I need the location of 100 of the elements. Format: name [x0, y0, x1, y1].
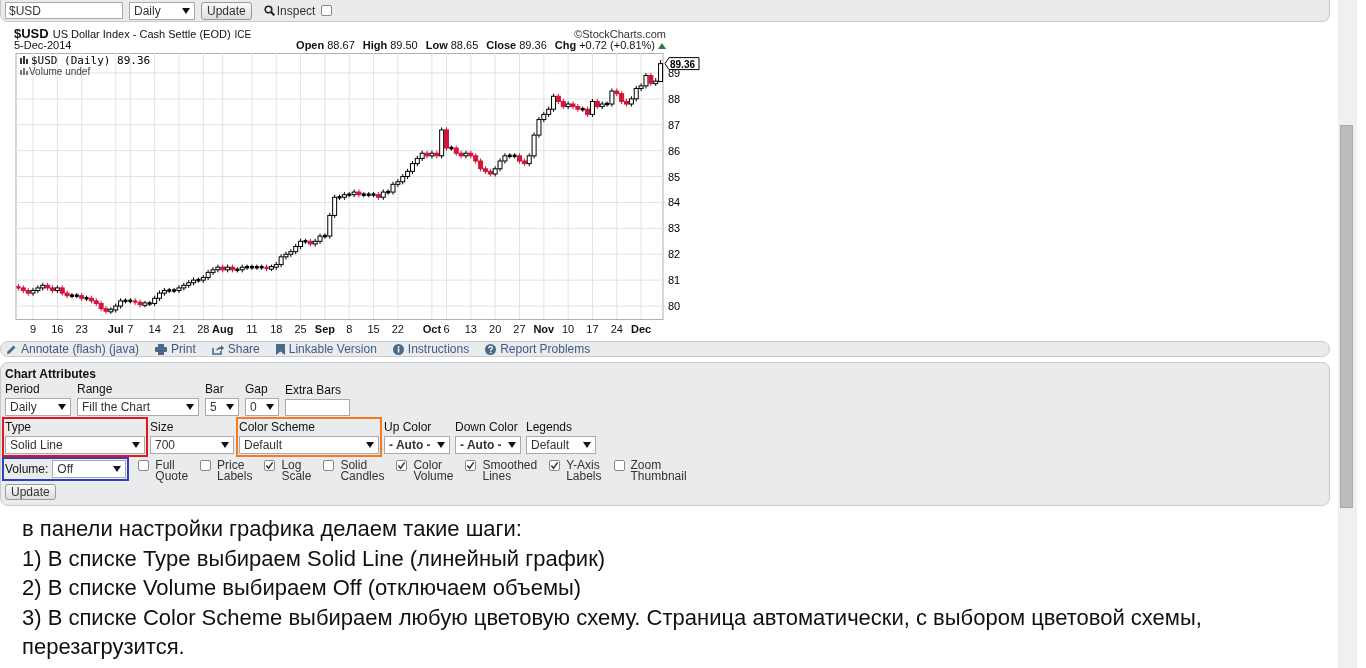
dropdown[interactable]: - Auto - [384, 436, 450, 454]
caret-icon [132, 442, 140, 448]
field-label: Legends [526, 420, 574, 434]
quote-value: +0.72 (+0.81%) [579, 39, 655, 51]
field-label: Gap [245, 382, 269, 396]
symbol-field[interactable]: $USD [5, 2, 123, 19]
dropdown[interactable]: 700 [150, 436, 234, 454]
inspect-label: Inspect [276, 3, 316, 18]
instruction-text: в панели настройки графика делаем такие шаги: [22, 515, 523, 543]
y-axis-label: 87 [668, 118, 681, 131]
caret-icon [366, 442, 374, 448]
y-axis-label: 83 [668, 222, 681, 235]
x-axis-label: 11 [246, 323, 258, 335]
caret-icon [58, 404, 66, 410]
quote-label: Open [296, 39, 325, 51]
x-axis-label: Jul [107, 323, 124, 335]
instruction-text: 3) В списке Color Scheme выбираем любую цветовую схему. Страница автоматически, с выбором цветовой схемы, перезагрузится. [22, 603, 1203, 661]
chart-symbol: $USD [14, 26, 49, 41]
x-axis-label: 15 [367, 323, 380, 335]
dropdown[interactable]: Fill the Chart [77, 398, 199, 416]
panel-title: Chart Attributes [5, 367, 97, 382]
dropdown[interactable]: 0 [245, 398, 279, 416]
x-axis-label: 27 [513, 323, 526, 335]
toolbar-link[interactable]: Print [155, 342, 196, 356]
checkbox-label: Y-Axis Labels [566, 460, 602, 482]
input-field[interactable] [285, 399, 350, 416]
y-axis-label: 85 [668, 170, 681, 183]
field-label: Color Scheme [239, 420, 317, 434]
x-axis-label: 18 [270, 323, 283, 335]
credit-text: ©StockCharts.com [574, 28, 666, 40]
search-icon [263, 5, 275, 16]
y-axis-label: 81 [668, 274, 681, 287]
checkbox[interactable] [396, 460, 408, 471]
x-axis-label: 9 [29, 323, 37, 335]
share-icon [211, 343, 224, 355]
checkbox-label: Log Scale [281, 460, 312, 482]
x-axis-label: 14 [148, 323, 161, 335]
field-label: Bar [205, 382, 225, 396]
toolbar-link[interactable]: Report Problems [485, 342, 591, 356]
checkbox[interactable] [613, 460, 625, 471]
checkbox[interactable] [323, 460, 335, 471]
scrollbar-thumb[interactable] [1340, 125, 1353, 508]
dropdown[interactable]: Default [526, 436, 596, 454]
checkbox-label: Color Volume [413, 460, 454, 482]
update-button[interactable]: Update [5, 484, 56, 500]
bookmark-icon [275, 343, 285, 355]
toolbar-link[interactable]: Linkable Version [275, 342, 377, 356]
y-axis-label: 88 [668, 92, 681, 105]
x-axis-label: Aug [212, 323, 234, 335]
dropdown[interactable]: - Auto - [455, 436, 521, 454]
x-axis-label: 13 [464, 323, 477, 335]
dropdown[interactable]: 5 [205, 398, 239, 416]
x-axis-label: Oct [422, 323, 442, 335]
x-axis-label: 25 [294, 323, 307, 335]
caret-icon [508, 442, 516, 448]
x-axis-label: 24 [610, 323, 623, 335]
field-label: Extra Bars [285, 383, 342, 397]
period-select[interactable]: Daily [129, 1, 195, 20]
help-icon [485, 343, 497, 355]
scrollbar[interactable] [1338, 0, 1357, 668]
checkbox-label: Zoom Thumbnail [630, 460, 687, 482]
caret-icon [186, 404, 194, 410]
exchange-label: ICE [234, 29, 252, 40]
checkbox-label: Full Quote [155, 460, 189, 482]
toolbar-link[interactable]: Instructions [392, 342, 470, 356]
caret-icon [226, 404, 234, 410]
quote-value: 89.50 [390, 39, 418, 51]
x-axis-label: 8 [346, 323, 353, 335]
field-label: Up Color [384, 420, 433, 434]
field-label: Period [5, 382, 41, 396]
chart-date: 5-Dec-2014 [14, 39, 72, 51]
checkbox[interactable] [264, 460, 276, 471]
checkbox[interactable] [138, 460, 150, 471]
instruction-text: 1) В списке Type выбираем Solid Line (линейный график) [22, 544, 607, 573]
x-axis-label: 22 [391, 323, 404, 335]
instruction-text: 2) В списке Volume выбираем Off (отключаем объемы) [22, 574, 583, 602]
checkbox[interactable] [200, 460, 212, 471]
y-axis-label: 82 [668, 248, 681, 261]
dropdown[interactable]: Daily [5, 398, 71, 416]
field-label: Size [150, 420, 175, 434]
dropdown[interactable]: Off [52, 460, 127, 478]
chart-legend: $USD (Daily) 89.36 [31, 54, 151, 67]
x-axis-label: 17 [586, 323, 599, 335]
checkbox[interactable] [465, 460, 477, 471]
field-label: Volume: [5, 462, 49, 476]
x-axis-label: Nov [533, 323, 555, 335]
field-label: Range [77, 382, 114, 396]
dropdown[interactable]: Default [239, 436, 379, 454]
quote-label: Close [486, 39, 517, 51]
x-axis-label: Dec [631, 323, 652, 335]
field-label: Type [5, 420, 32, 434]
inspect-checkbox[interactable] [321, 5, 333, 16]
checkbox[interactable] [549, 460, 561, 471]
caret-icon [113, 466, 122, 472]
x-axis-label: 21 [172, 323, 186, 335]
price-tag: 89.36 [664, 57, 700, 71]
toolbar-link[interactable]: Annotate (flash) (java) [6, 342, 140, 356]
update-button[interactable]: Update [201, 1, 252, 20]
dropdown[interactable]: Solid Line [5, 436, 145, 454]
toolbar-link[interactable]: Share [211, 342, 260, 356]
